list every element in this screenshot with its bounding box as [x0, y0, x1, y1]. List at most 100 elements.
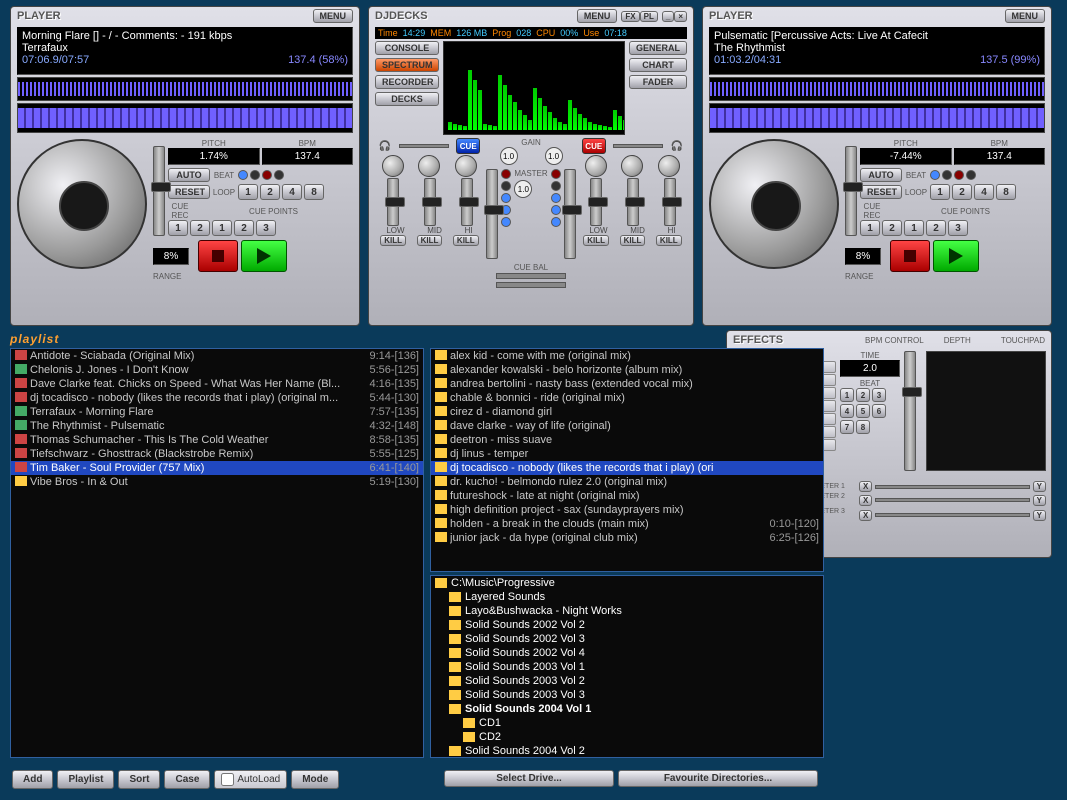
eq-knob[interactable]	[658, 155, 680, 177]
playlist-row[interactable]: dave clarke - way of life (original)	[431, 419, 823, 433]
mixer-general[interactable]: GENERAL	[629, 41, 687, 55]
loop-1[interactable]: 1	[238, 184, 258, 200]
cue-rec-2b[interactable]: 2	[882, 220, 902, 236]
cue-2[interactable]: 2	[234, 220, 254, 236]
cue-right[interactable]: CUE	[582, 138, 606, 154]
playlist-left[interactable]: Antidote - Sciabada (Original Mix)9:14-[…	[10, 348, 424, 758]
eq-knob[interactable]	[585, 155, 607, 177]
master-gain[interactable]: 1.0	[514, 180, 532, 198]
folder-row[interactable]: Solid Sounds 2004 Vol 1	[431, 702, 823, 716]
playlist-row[interactable]: Tim Baker - Soul Provider (757 Mix)6:41-…	[11, 461, 423, 475]
playlist-row[interactable]: futureshock - late at night (original mi…	[431, 489, 823, 503]
folder-row[interactable]: Solid Sounds 2002 Vol 4	[431, 646, 823, 660]
fx-beat-2[interactable]: 2	[856, 388, 870, 402]
loop-4[interactable]: 4	[282, 184, 302, 200]
fx-beat-1[interactable]: 1	[840, 388, 854, 402]
player2-menu[interactable]: MENU	[1005, 9, 1046, 23]
folder-row[interactable]: Layered Sounds	[431, 590, 823, 604]
player2-play[interactable]	[933, 240, 979, 272]
player1-wave-overview[interactable]	[17, 77, 353, 101]
gain-l[interactable]: 1.0	[500, 147, 518, 165]
depth-slider[interactable]	[904, 351, 916, 471]
loop-8b[interactable]: 8	[996, 184, 1016, 200]
eq-hi-l[interactable]	[461, 178, 473, 226]
loop-2[interactable]: 2	[260, 184, 280, 200]
gain-r[interactable]: 1.0	[545, 147, 563, 165]
btn-mode[interactable]: Mode	[291, 770, 339, 789]
player2-stop[interactable]	[890, 240, 930, 272]
player2-wave-zoom[interactable]	[709, 103, 1045, 133]
cue-1[interactable]: 1	[212, 220, 232, 236]
playlist-row[interactable]: Dave Clarke feat. Chicks on Speed - What…	[11, 377, 423, 391]
eq-hi-r[interactable]	[664, 178, 676, 226]
folder-row[interactable]: Solid Sounds 2002 Vol 2	[431, 618, 823, 632]
playlist-row[interactable]: deetron - miss suave	[431, 433, 823, 447]
cue-rec-1[interactable]: 1	[168, 220, 188, 236]
playlist-row[interactable]: high definition project - sax (sundaypra…	[431, 503, 823, 517]
fx-beat-7[interactable]: 7	[840, 420, 854, 434]
cue-rec-2[interactable]: 2	[190, 220, 210, 236]
cue-3b[interactable]: 3	[948, 220, 968, 236]
mixer-pl[interactable]: PL	[640, 11, 658, 22]
mixer-recorder[interactable]: RECORDER	[375, 75, 439, 89]
eq-mid-r[interactable]	[627, 178, 639, 226]
cue-left[interactable]: CUE	[456, 138, 480, 154]
player2-auto[interactable]: AUTO	[860, 168, 902, 182]
cue-1b[interactable]: 1	[904, 220, 924, 236]
eq-mid-l[interactable]	[424, 178, 436, 226]
btn-sort[interactable]: Sort	[118, 770, 160, 789]
kill-low-r[interactable]: KILL	[583, 235, 609, 246]
fx-beat-4[interactable]: 4	[840, 404, 854, 418]
folder-row[interactable]: CD1	[431, 716, 823, 730]
mixer-decks[interactable]: DECKS	[375, 92, 439, 106]
fx-beat-5[interactable]: 5	[856, 404, 870, 418]
folder-row[interactable]: Solid Sounds 2004 Vol 2	[431, 744, 823, 758]
playlist-row[interactable]: dj linus - temper	[431, 447, 823, 461]
kill-mid-l[interactable]: KILL	[417, 235, 443, 246]
playlist-row[interactable]: holden - a break in the clouds (main mix…	[431, 517, 823, 531]
playlist-row[interactable]: Vibe Bros - In & Out5:19-[130]	[11, 475, 423, 489]
crossfader2[interactable]	[496, 282, 566, 288]
player1-reset[interactable]: RESET	[168, 185, 210, 199]
folder-row[interactable]: Solid Sounds 2002 Vol 3	[431, 632, 823, 646]
playlist-row[interactable]: andrea bertolini - nasty bass (extended …	[431, 377, 823, 391]
mixer-spectrum[interactable]: SPECTRUM	[375, 58, 439, 72]
loop-1b[interactable]: 1	[930, 184, 950, 200]
player1-stop[interactable]	[198, 240, 238, 272]
playlist-row[interactable]: alexander kowalski - belo horizonte (alb…	[431, 363, 823, 377]
loop-8[interactable]: 8	[304, 184, 324, 200]
btn-case[interactable]: Case	[164, 770, 210, 789]
player2-range[interactable]: 8%	[845, 248, 881, 265]
touchpad[interactable]	[926, 351, 1046, 471]
mixer-console[interactable]: CONSOLE	[375, 41, 439, 55]
crossfader[interactable]	[496, 273, 566, 279]
playlist-row[interactable]: Chelonis J. Jones - I Don't Know5:56-[12…	[11, 363, 423, 377]
cue-2b[interactable]: 2	[926, 220, 946, 236]
eq-knob[interactable]	[455, 155, 477, 177]
mixer-menu[interactable]: MENU	[577, 9, 618, 23]
folder-row[interactable]: Solid Sounds 2003 Vol 3	[431, 688, 823, 702]
eq-low-r[interactable]	[590, 178, 602, 226]
player1-jog[interactable]	[17, 139, 147, 269]
playlist-row[interactable]: dr. kucho! - belmondo rulez 2.0 (origina…	[431, 475, 823, 489]
mixer-min[interactable]: _	[662, 11, 674, 22]
mixer-fx[interactable]: FX	[621, 11, 639, 22]
kill-mid-r[interactable]: KILL	[620, 235, 646, 246]
playlist-row[interactable]: dj tocadisco - nobody (likes the records…	[11, 391, 423, 405]
folder-row[interactable]: Solid Sounds 2003 Vol 1	[431, 660, 823, 674]
playlist-row[interactable]: Antidote - Sciabada (Original Mix)9:14-[…	[11, 349, 423, 363]
fx-beat-3[interactable]: 3	[872, 388, 886, 402]
mixer-fader[interactable]: FADER	[629, 75, 687, 89]
folder-row[interactable]: CD2	[431, 730, 823, 744]
kill-hi-r[interactable]: KILL	[656, 235, 682, 246]
player1-range[interactable]: 8%	[153, 248, 189, 265]
eq-low-l[interactable]	[387, 178, 399, 226]
player1-menu[interactable]: MENU	[313, 9, 354, 23]
btn-drive[interactable]: Select Drive...	[444, 770, 614, 787]
player1-auto[interactable]: AUTO	[168, 168, 210, 182]
btn-playlist[interactable]: Playlist	[57, 770, 114, 789]
kill-hi-l[interactable]: KILL	[453, 235, 479, 246]
btn-add[interactable]: Add	[12, 770, 53, 789]
playlist-row[interactable]: junior jack - da hype (original club mix…	[431, 531, 823, 545]
eq-knob[interactable]	[418, 155, 440, 177]
